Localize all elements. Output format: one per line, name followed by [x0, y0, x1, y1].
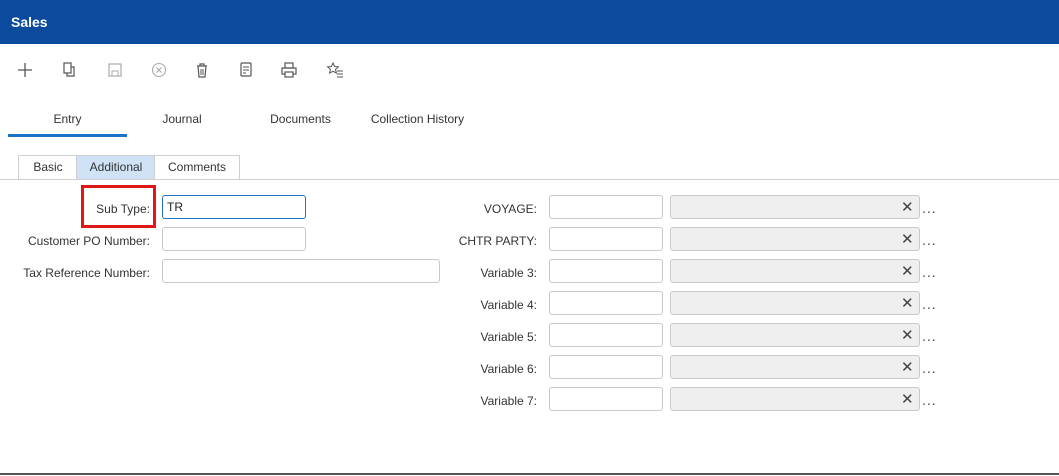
variable-6-description-field [670, 355, 920, 379]
variable-6-code-input[interactable] [549, 355, 663, 379]
variable-3-description-field [670, 259, 920, 283]
clear-icon[interactable]: ✕ [901, 390, 914, 408]
save-icon[interactable] [104, 59, 126, 81]
tax-reference-label: Tax Reference Number: [23, 266, 150, 280]
clear-icon[interactable]: ✕ [901, 294, 914, 312]
voyage-code-input[interactable] [549, 195, 663, 219]
more-icon[interactable]: ... [922, 328, 937, 344]
clear-icon[interactable]: ✕ [901, 262, 914, 280]
clear-icon[interactable]: ✕ [901, 230, 914, 248]
more-icon[interactable]: ... [922, 264, 937, 280]
more-icon[interactable]: ... [922, 200, 937, 216]
subtab-additional[interactable]: Additional [76, 155, 156, 179]
variable-5-label: Variable 5: [480, 330, 537, 344]
cancel-icon[interactable] [148, 59, 170, 81]
variable-4-code-input[interactable] [549, 291, 663, 315]
print-icon[interactable] [278, 59, 300, 81]
sub-tabs: Basic Additional Comments [0, 155, 1059, 180]
variable-3-label: Variable 3: [480, 266, 537, 280]
sub-type-input[interactable] [162, 195, 306, 219]
bottom-divider [0, 473, 1059, 475]
highlight-box [81, 185, 156, 228]
tax-reference-input[interactable] [162, 259, 440, 283]
variable-5-code-input[interactable] [549, 323, 663, 347]
customer-po-label: Customer PO Number: [27, 234, 150, 248]
more-icon[interactable]: ... [922, 392, 937, 408]
title-bar: Sales [0, 0, 1059, 44]
variable-3-code-input[interactable] [549, 259, 663, 283]
copy-icon[interactable] [58, 59, 80, 81]
variable-6-label: Variable 6: [480, 362, 537, 376]
tab-journal[interactable]: Journal [137, 101, 227, 137]
variable-7-description-field [670, 387, 920, 411]
tab-collection-history[interactable]: Collection History [360, 101, 475, 137]
toolbar [0, 55, 400, 85]
clear-icon[interactable]: ✕ [901, 198, 914, 216]
main-tabs: Entry Journal Documents Collection Histo… [8, 101, 1059, 137]
customer-po-input[interactable] [162, 227, 306, 251]
tab-documents[interactable]: Documents [248, 101, 353, 137]
variable-5-description-field [670, 323, 920, 347]
variable-7-code-input[interactable] [549, 387, 663, 411]
clear-icon[interactable]: ✕ [901, 326, 914, 344]
voyage-description-field [670, 195, 920, 219]
delete-icon[interactable] [191, 59, 213, 81]
notes-icon[interactable] [235, 59, 257, 81]
tab-entry[interactable]: Entry [8, 101, 127, 137]
chtr-party-label: CHTR PARTY: [458, 234, 537, 248]
variable-7-label: Variable 7: [480, 394, 537, 408]
voyage-label: VOYAGE: [483, 202, 537, 216]
favorite-icon[interactable] [324, 59, 346, 81]
window-title: Sales [11, 14, 48, 30]
more-icon[interactable]: ... [922, 360, 937, 376]
more-icon[interactable]: ... [922, 232, 937, 248]
variable-4-label: Variable 4: [480, 298, 537, 312]
variable-4-description-field [670, 291, 920, 315]
subtab-basic[interactable]: Basic [18, 155, 78, 179]
clear-icon[interactable]: ✕ [901, 358, 914, 376]
chtr-party-description-field [670, 227, 920, 251]
more-icon[interactable]: ... [922, 296, 937, 312]
plus-icon[interactable] [14, 59, 36, 81]
subtab-comments[interactable]: Comments [154, 155, 240, 179]
chtr-party-code-input[interactable] [549, 227, 663, 251]
